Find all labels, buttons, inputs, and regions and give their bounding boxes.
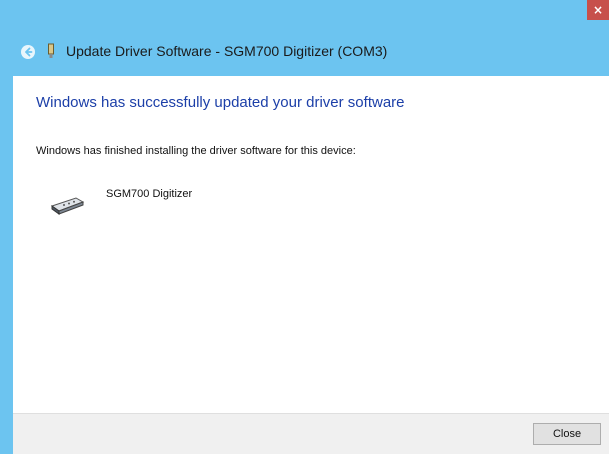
back-arrow-icon[interactable] [21, 45, 35, 59]
serial-port-connector-icon [50, 194, 86, 216]
window-title: Update Driver Software - SGM700 Digitize… [66, 43, 388, 59]
wizard-footer: Close [13, 413, 609, 454]
device-icon [47, 43, 55, 59]
window-close-icon[interactable]: × [587, 0, 609, 20]
device-name: SGM700 Digitizer [106, 188, 193, 200]
window-top-strip: × [0, 0, 609, 29]
success-headline: Windows has successfully updated your dr… [36, 94, 405, 111]
update-driver-window: × Update Driver Software - SGM700 Digiti… [0, 0, 609, 454]
install-message: Windows has finished installing the driv… [36, 145, 356, 157]
close-button[interactable]: Close [533, 423, 601, 445]
wizard-content: Windows has successfully updated your dr… [13, 76, 609, 413]
wizard-header: Update Driver Software - SGM700 Digitize… [0, 29, 609, 76]
